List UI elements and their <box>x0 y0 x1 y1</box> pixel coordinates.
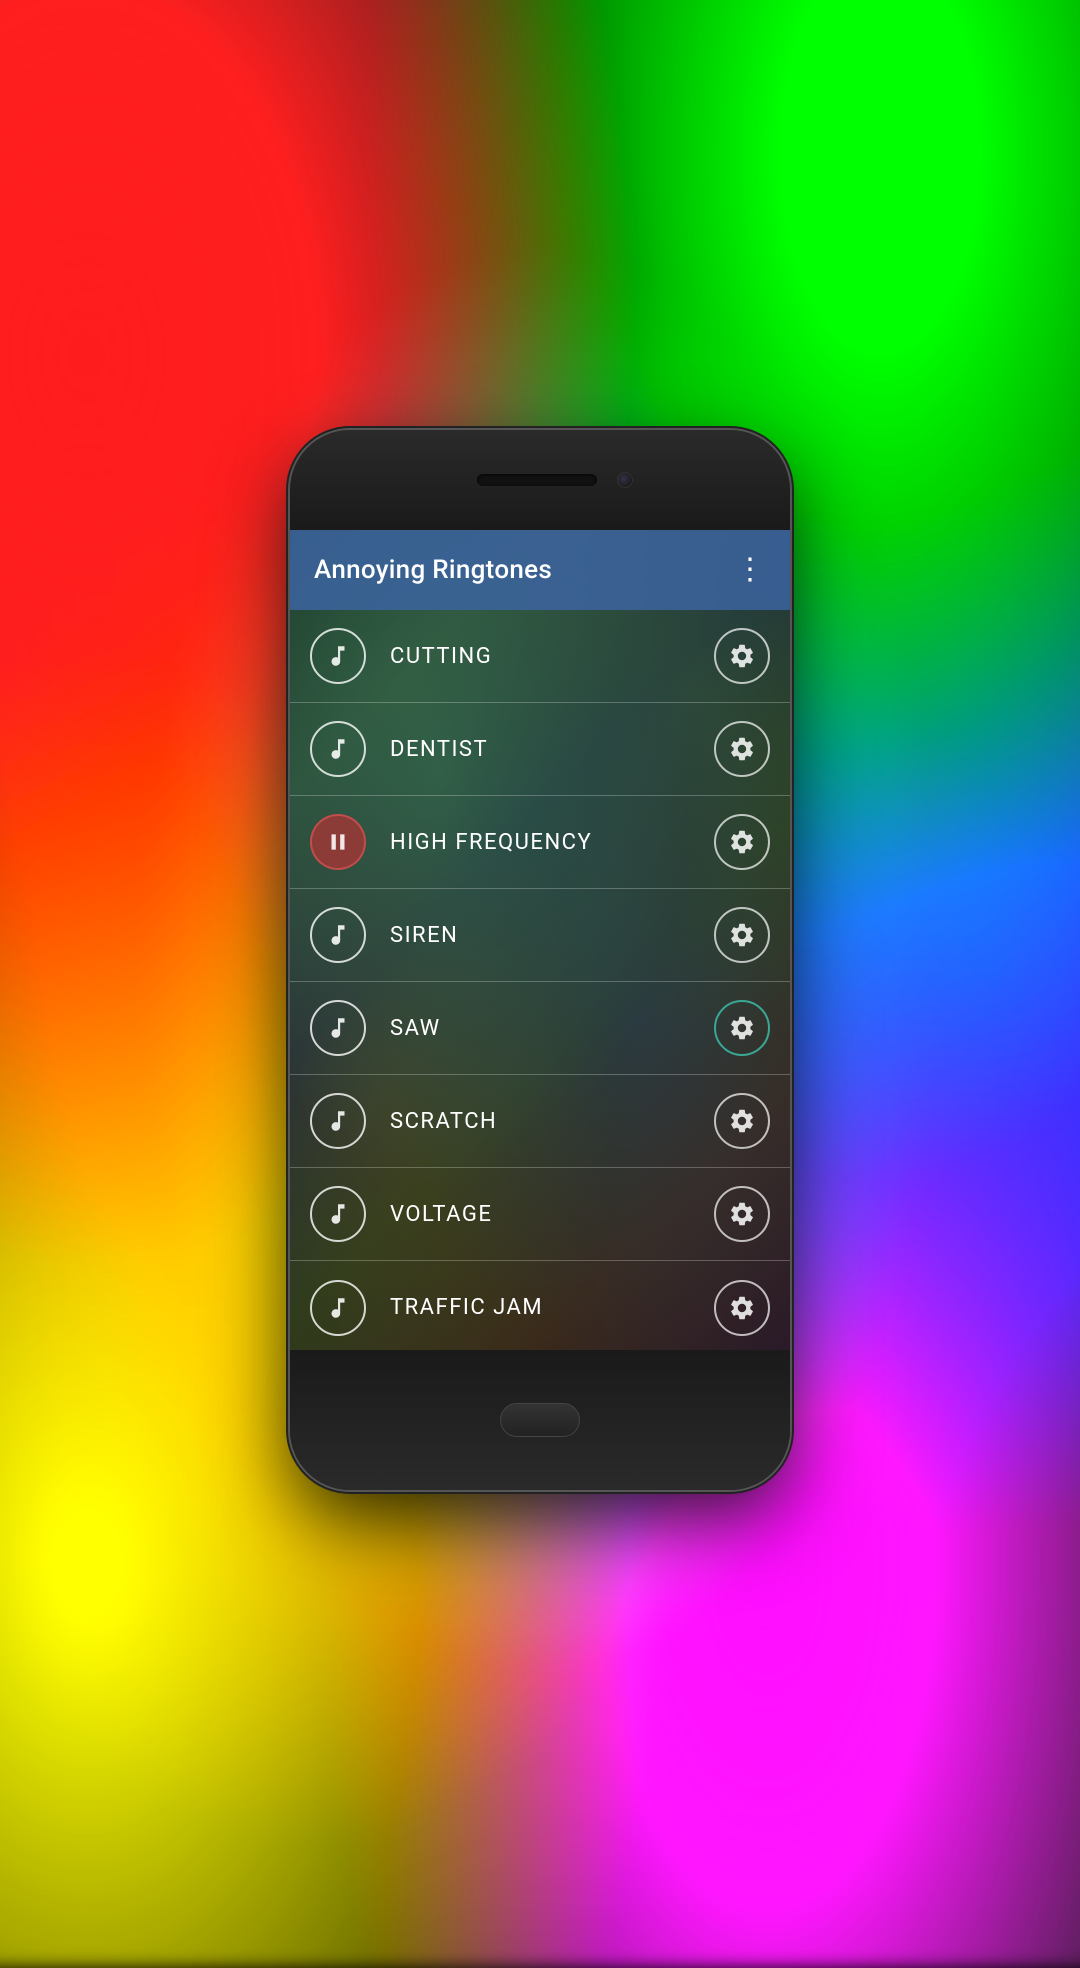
ringtone-list: CUTTING DENTIST HIGH FREQUENCY <box>290 610 790 1350</box>
settings-icon-circle[interactable] <box>714 1280 770 1336</box>
play-icon-circle[interactable] <box>310 1186 366 1242</box>
ringtone-item[interactable]: SAW <box>290 982 790 1075</box>
ringtone-name: TRAFFIC JAM <box>366 1295 714 1320</box>
play-icon-circle[interactable] <box>310 1280 366 1336</box>
ringtone-name: SCRATCH <box>366 1109 714 1134</box>
ringtone-name: SIREN <box>366 923 714 948</box>
screen: Annoying Ringtones ⋮ CUTTING DENTIST <box>290 530 790 1350</box>
app-bar: Annoying Ringtones ⋮ <box>290 530 790 610</box>
ringtone-item[interactable]: VOLTAGE <box>290 1168 790 1261</box>
ringtone-item[interactable]: SCRATCH <box>290 1075 790 1168</box>
ringtone-item[interactable]: HIGH FREQUENCY <box>290 796 790 889</box>
sensor-dot <box>447 475 457 485</box>
play-icon-circle[interactable] <box>310 814 366 870</box>
ringtone-name: SAW <box>366 1016 714 1041</box>
settings-icon-circle[interactable] <box>714 814 770 870</box>
settings-icon-circle[interactable] <box>714 1000 770 1056</box>
home-button[interactable] <box>500 1403 580 1437</box>
more-menu-icon[interactable]: ⋮ <box>735 555 766 585</box>
bottom-bezel <box>290 1350 790 1490</box>
top-bezel <box>290 430 790 530</box>
ringtone-item[interactable]: DENTIST <box>290 703 790 796</box>
settings-icon-circle[interactable] <box>714 1186 770 1242</box>
play-icon-circle[interactable] <box>310 907 366 963</box>
front-camera <box>617 472 633 488</box>
play-icon-circle[interactable] <box>310 1000 366 1056</box>
settings-icon-circle[interactable] <box>714 628 770 684</box>
settings-icon-circle[interactable] <box>714 1093 770 1149</box>
ringtone-name: HIGH FREQUENCY <box>366 830 714 855</box>
ringtone-item[interactable]: TRAFFIC JAM <box>290 1261 790 1350</box>
play-icon-circle[interactable] <box>310 1093 366 1149</box>
settings-icon-circle[interactable] <box>714 721 770 777</box>
phone-shell: Annoying Ringtones ⋮ CUTTING DENTIST <box>290 430 790 1490</box>
settings-icon-circle[interactable] <box>714 907 770 963</box>
ringtone-name: VOLTAGE <box>366 1202 714 1227</box>
play-icon-circle[interactable] <box>310 628 366 684</box>
app-title: Annoying Ringtones <box>314 555 552 585</box>
ringtone-name: CUTTING <box>366 644 714 669</box>
speaker-grill <box>477 474 597 486</box>
play-icon-circle[interactable] <box>310 721 366 777</box>
ringtone-name: DENTIST <box>366 737 714 762</box>
ringtone-item[interactable]: SIREN <box>290 889 790 982</box>
ringtone-item[interactable]: CUTTING <box>290 610 790 703</box>
